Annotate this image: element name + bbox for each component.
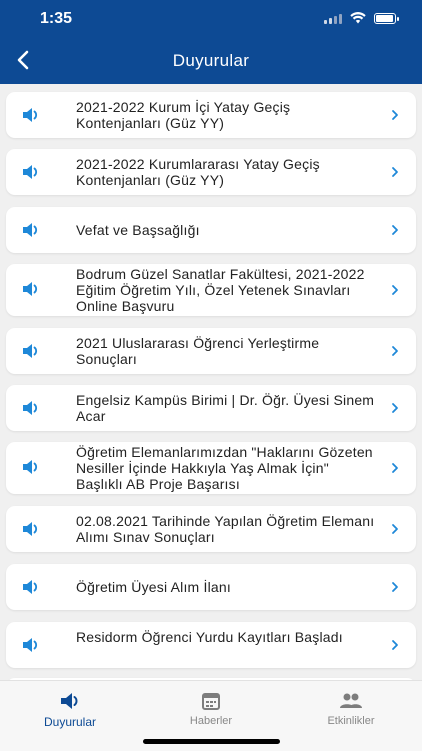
announcement-item[interactable]: Öğretim Üyesi Alım İlanı: [6, 564, 416, 610]
chevron-right-icon: [392, 640, 398, 650]
speaker-icon: [23, 522, 38, 536]
announcement-item[interactable]: Engelsiz Kampüs Birimi | Dr. Öğr. Üyesi …: [6, 385, 416, 431]
announcement-item[interactable]: 2021-2022 Kurum İçi Yatay Geçiş Kontenja…: [6, 92, 416, 138]
announcement-item[interactable]: Bodrum Güzel Sanatlar Fakültesi, 2021-20…: [6, 264, 416, 316]
tab-duyurular[interactable]: Duyurular: [10, 691, 130, 729]
speaker-icon: [23, 460, 38, 474]
speaker-icon: [23, 108, 38, 122]
announcement-title: Engelsiz Kampüs Birimi | Dr. Öğr. Üyesi …: [76, 392, 375, 424]
chevron-right-icon: [392, 463, 398, 473]
status-icons: [324, 12, 399, 24]
home-indicator: [143, 739, 280, 744]
page-title: Duyurular: [172, 51, 250, 70]
calendar-icon: [202, 693, 220, 710]
chevron-right-icon: [392, 110, 398, 120]
speaker-icon: [23, 165, 38, 179]
battery-icon: [374, 12, 399, 24]
announcement-title: Bodrum Güzel Sanatlar Fakültesi, 2021-20…: [76, 266, 365, 314]
speaker-icon: [23, 223, 38, 237]
chevron-right-icon: [392, 346, 398, 356]
chevron-right-icon: [392, 582, 398, 592]
tab-label: Duyurular: [43, 715, 97, 729]
announcement-title: Öğretim Elemanlarımızdan "Haklarını Göze…: [76, 444, 373, 492]
speaker-icon: [23, 638, 38, 652]
announcement-item[interactable]: 2021-2022 Kurumlararası Yatay Geçiş Kont…: [6, 149, 416, 195]
people-icon: [340, 693, 362, 708]
announcement-list[interactable]: 2021-2022 Kurum İçi Yatay Geçiş Kontenja…: [0, 84, 422, 680]
tab-etkinlikler[interactable]: Etkinlikler: [291, 691, 411, 727]
chevron-right-icon: [392, 167, 398, 177]
chevron-right-icon: [392, 403, 398, 413]
announcement-title: 2021 Uluslararası Öğrenci Yerleştirme So…: [76, 335, 320, 367]
cellular-signal-icon: [324, 13, 342, 24]
announcement-item[interactable]: 2021 Uluslararası Öğrenci Yerleştirme So…: [6, 328, 416, 374]
announcement-item[interactable]: 02.08.2021 Tarihinde Yapılan Öğretim Ele…: [6, 506, 416, 552]
chevron-right-icon: [392, 225, 398, 235]
announcement-item[interactable]: Residorm Öğrenci Yurdu Kayıtları Başladı: [6, 622, 416, 668]
app-header: 1:35 Duyurular: [0, 0, 422, 84]
wifi-icon: [350, 12, 366, 24]
announcement-title: 2021-2022 Kurumlararası Yatay Geçiş Kont…: [76, 156, 320, 188]
announcement-title: 02.08.2021 Tarihinde Yapılan Öğretim Ele…: [76, 513, 375, 545]
tab-label: Haberler: [189, 715, 233, 727]
announcement-title: Residorm Öğrenci Yurdu Kayıtları Başladı: [76, 629, 343, 645]
speaker-icon: [23, 344, 38, 358]
speaker-icon: [23, 401, 38, 415]
announcement-item[interactable]: Öğretim Elemanlarımızdan "Haklarını Göze…: [6, 442, 416, 494]
chevron-right-icon: [392, 285, 398, 295]
speaker-icon: [23, 580, 38, 594]
megaphone-icon: [61, 693, 78, 709]
status-time: 1:35: [40, 10, 73, 27]
tab-label: Etkinlikler: [327, 715, 375, 727]
speaker-icon: [23, 282, 38, 296]
tab-haberler[interactable]: Haberler: [151, 691, 271, 727]
announcement-title: Öğretim Üyesi Alım İlanı: [76, 579, 231, 595]
announcement-title: Vefat ve Başsağlığı: [76, 222, 200, 238]
status-bar: 1:35: [0, 0, 422, 38]
announcement-item[interactable]: Vefat ve Başsağlığı: [6, 207, 416, 253]
announcement-title: 2021-2022 Kurum İçi Yatay Geçiş Kontenja…: [76, 99, 291, 131]
chevron-right-icon: [392, 524, 398, 534]
